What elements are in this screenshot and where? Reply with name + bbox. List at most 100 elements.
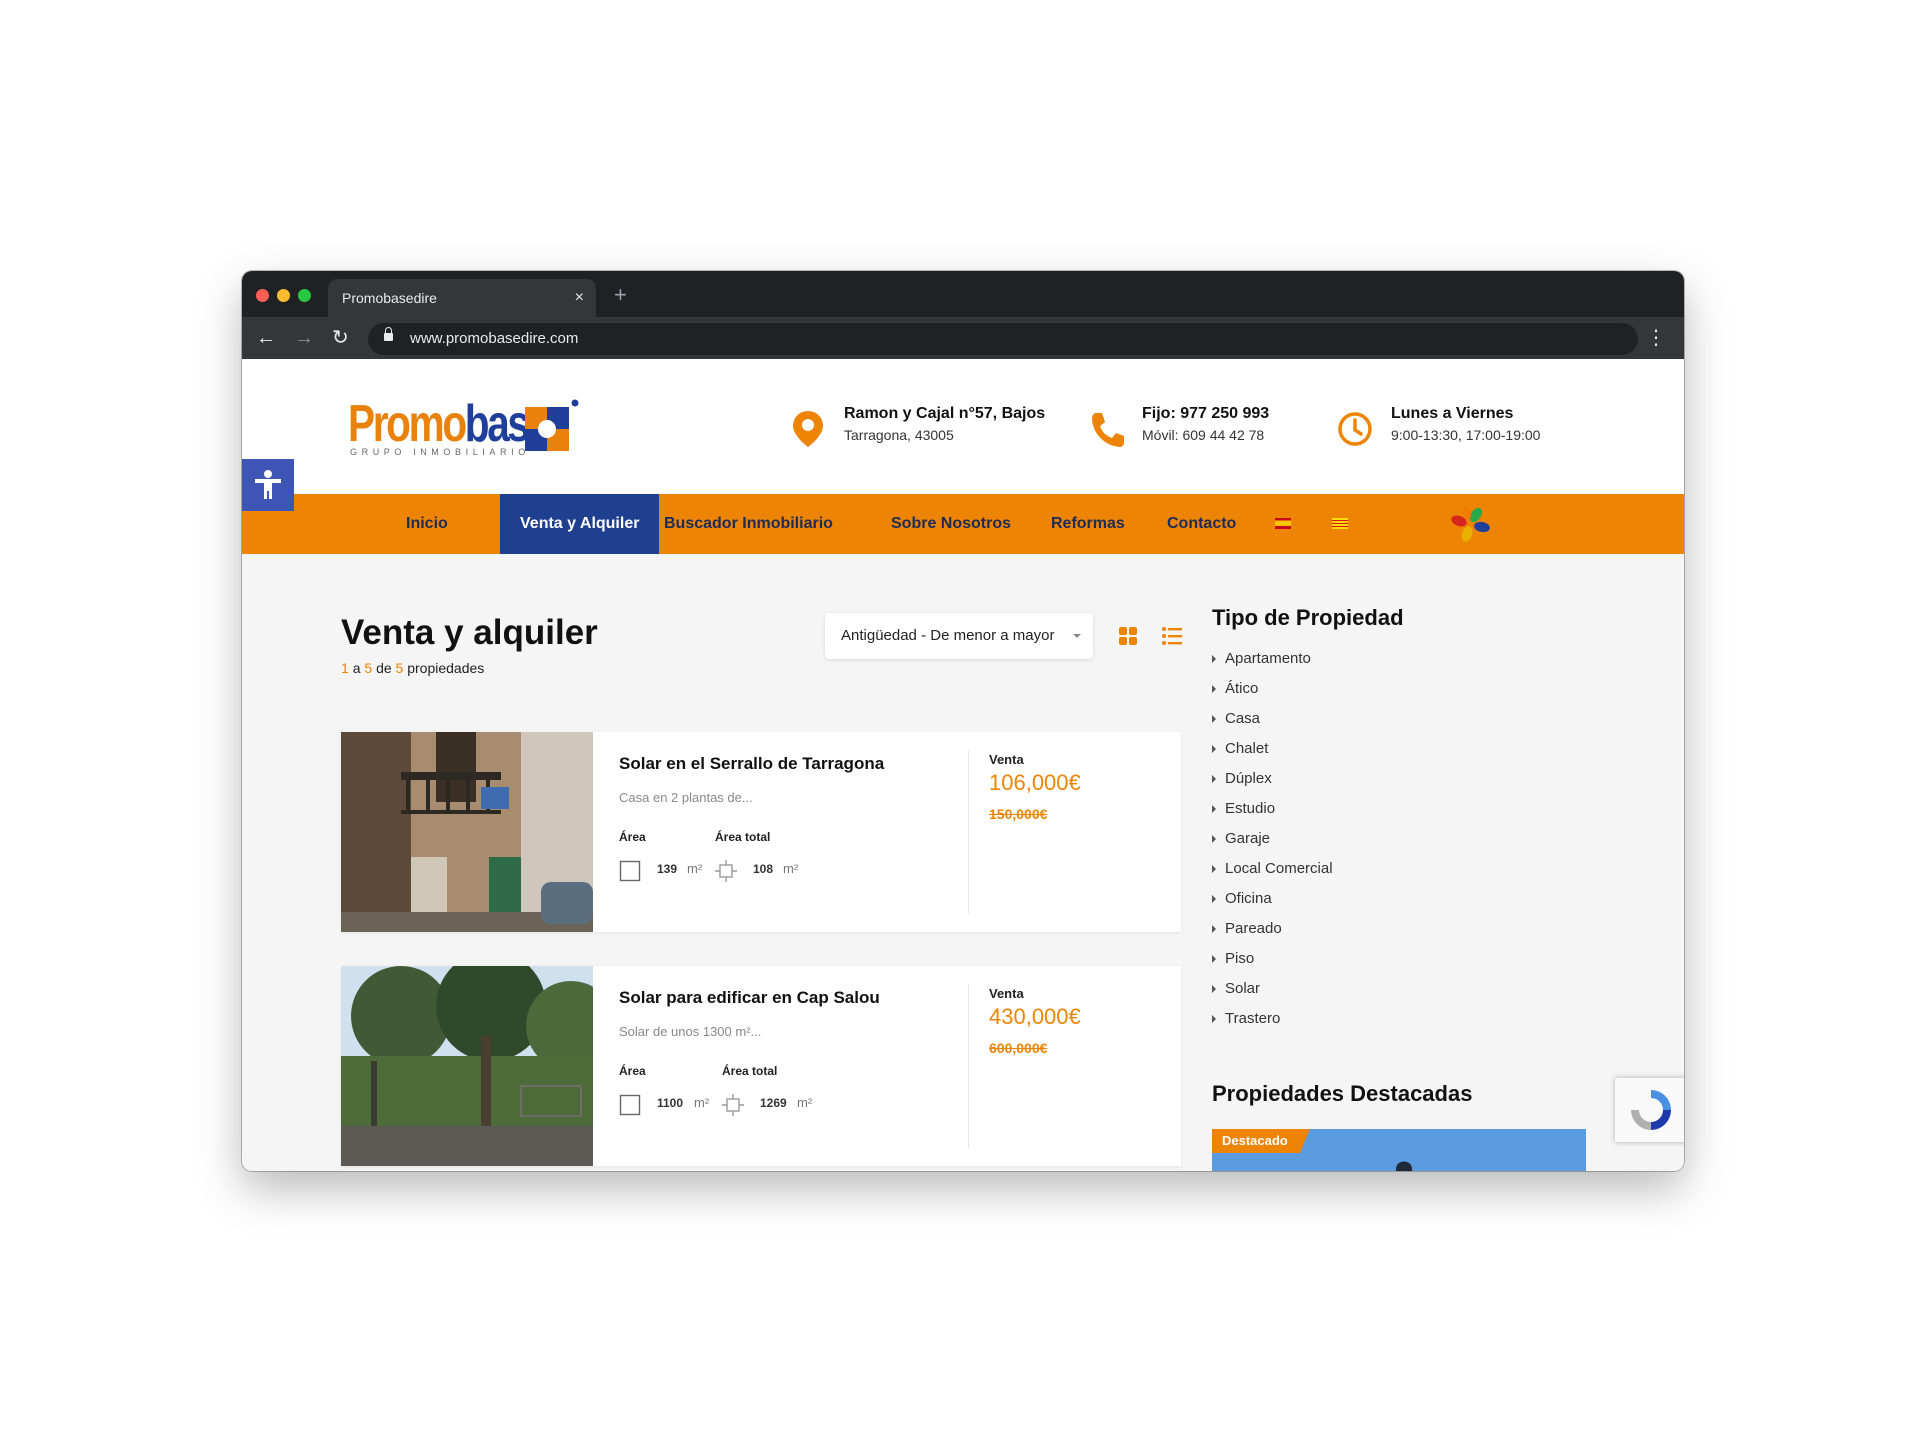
property-type-title: Tipo de Propiedad	[1212, 605, 1404, 630]
phone-subtitle[interactable]: Móvil: 609 44 42 78	[1142, 427, 1264, 443]
new-tab-button[interactable]: +	[614, 281, 627, 309]
area-value: 139	[657, 862, 678, 876]
property-card[interactable]: Solar en el Serrallo de Tarragona Casa e…	[341, 732, 1181, 932]
area-total-unit: m²	[797, 1095, 813, 1110]
close-window-button[interactable]	[256, 289, 269, 302]
property-type-link[interactable]: Chalet	[1212, 740, 1268, 757]
tab-close-icon[interactable]: ×	[575, 279, 584, 317]
property-type-link[interactable]: Apartamento	[1212, 650, 1311, 667]
area-label: Área	[619, 830, 646, 844]
property-type-link[interactable]: Piso	[1212, 950, 1254, 967]
area-unit: m²	[694, 1095, 710, 1110]
browser-menu-icon[interactable]: ⋮	[1646, 325, 1666, 351]
site-header: Promobase GRUPO INMOBILIARIO Ramon y Caj…	[242, 359, 1684, 494]
property-title[interactable]: Solar en el Serrallo de Tarragona	[619, 754, 884, 774]
results-count: 1 a 5 de 5 propiedades	[341, 660, 485, 676]
pinwheel-logo-icon	[1451, 507, 1490, 542]
property-type-link[interactable]: Local Comercial	[1212, 860, 1333, 877]
area-total-value: 108	[753, 862, 774, 876]
property-description: Solar de unos 1300 m²...	[619, 1024, 762, 1039]
featured-badge: Destacado	[1212, 1129, 1310, 1153]
recaptcha-icon	[1631, 1090, 1671, 1130]
ca-flag-icon[interactable]	[1332, 518, 1348, 529]
price: 106,000€	[989, 770, 1081, 795]
card-divider	[968, 984, 969, 1148]
hours-subtitle: 9:00-13:30, 17:00-19:00	[1391, 427, 1541, 443]
price: 430,000€	[989, 1004, 1081, 1029]
area-unit: m²	[687, 861, 703, 876]
old-price: 150,000€	[989, 806, 1048, 822]
old-price: 600,000€	[989, 1040, 1048, 1056]
grid-view-icon[interactable]	[1119, 627, 1137, 645]
minimize-window-button[interactable]	[277, 289, 290, 302]
sort-dropdown[interactable]: Antigüedad - De menor a mayor	[825, 613, 1093, 659]
reload-icon[interactable]: ↻	[332, 325, 349, 351]
lock-icon	[384, 327, 393, 341]
maximize-window-button[interactable]	[298, 289, 311, 302]
logo-wordmark: Promobase	[348, 395, 550, 453]
property-type-link[interactable]: Garaje	[1212, 830, 1270, 847]
tab-bar: Promobasedire × +	[242, 271, 1684, 317]
area-square-icon	[619, 860, 641, 882]
nav-buscador[interactable]: Buscador Inmobiliario	[664, 494, 833, 554]
property-type-link[interactable]: Pareado	[1212, 920, 1282, 937]
phone-title[interactable]: Fijo: 977 250 993	[1142, 405, 1269, 423]
property-photo[interactable]	[341, 966, 593, 1166]
address-subtitle: Tarragona, 43005	[844, 427, 954, 443]
nav-venta-alquiler[interactable]: Venta y Alquiler	[500, 494, 660, 554]
web-page: Promobase GRUPO INMOBILIARIO Ramon y Caj…	[242, 359, 1684, 1171]
area-total-move-icon	[715, 860, 737, 882]
area-total-move-icon	[722, 1094, 744, 1116]
property-type-link[interactable]: Dúplex	[1212, 770, 1272, 787]
browser-toolbar: ← → ↻ www.promobasedire.com ⋮	[242, 317, 1684, 359]
area-total-value: 1269	[760, 1096, 787, 1110]
nav-reformas[interactable]: Reformas	[1051, 494, 1125, 554]
list-view-icon[interactable]	[1162, 627, 1182, 645]
recaptcha-badge[interactable]	[1615, 1078, 1684, 1142]
clock-icon	[1338, 412, 1372, 446]
property-type-link[interactable]: Ático	[1212, 680, 1258, 697]
area-total-label: Área total	[715, 830, 771, 844]
forward-icon[interactable]: →	[294, 325, 314, 351]
es-flag-icon[interactable]	[1275, 518, 1291, 529]
back-icon[interactable]: ←	[256, 325, 276, 351]
chevron-down-icon	[1073, 634, 1081, 638]
nav-contacto[interactable]: Contacto	[1167, 494, 1236, 554]
phone-icon[interactable]	[1088, 409, 1124, 449]
price-type: Venta	[989, 752, 1024, 767]
browser-window: Promobasedire × + ← → ↻ www.promobasedir…	[242, 271, 1684, 1171]
property-type-link[interactable]: Estudio	[1212, 800, 1275, 817]
property-type-link[interactable]: Trastero	[1212, 1010, 1280, 1027]
nav-inicio[interactable]: Inicio	[398, 494, 456, 554]
nav-sobre-nosotros[interactable]: Sobre Nosotros	[891, 494, 1011, 554]
accessibility-button[interactable]	[242, 459, 294, 511]
area-value: 1100	[657, 1096, 684, 1110]
property-photo[interactable]	[341, 732, 593, 932]
area-total-label: Área total	[722, 1064, 778, 1078]
property-type-link[interactable]: Casa	[1212, 710, 1260, 727]
site-logo[interactable]: Promobase GRUPO INMOBILIARIO	[348, 395, 588, 461]
property-description: Casa en 2 plantas de...	[619, 790, 753, 805]
address-title: Ramon y Cajal n°57, Bajos	[844, 405, 1046, 422]
address-bar[interactable]: www.promobasedire.com	[368, 323, 1638, 355]
logo-mark-icon	[525, 399, 579, 451]
area-total-unit: m²	[783, 861, 799, 876]
property-title[interactable]: Solar para edificar en Cap Salou	[619, 988, 880, 1008]
map-pin-icon	[793, 411, 823, 447]
area-square-icon	[619, 1094, 641, 1116]
property-type-link[interactable]: Oficina	[1212, 890, 1272, 907]
area-label: Área	[619, 1064, 646, 1078]
card-divider	[968, 750, 969, 914]
featured-title: Propiedades Destacadas	[1212, 1081, 1473, 1106]
browser-tab[interactable]: Promobasedire ×	[328, 279, 596, 317]
hours-title: Lunes a Viernes	[1391, 405, 1514, 422]
main-nav: Inicio Venta y Alquiler Buscador Inmobil…	[242, 494, 1684, 554]
accessibility-icon	[255, 470, 281, 499]
url-text: www.promobasedire.com	[410, 330, 579, 347]
price-type: Venta	[989, 986, 1024, 1001]
sort-selected: Antigüedad - De menor a mayor	[841, 627, 1055, 644]
page-title: Venta y alquiler	[341, 613, 598, 652]
property-card[interactable]: Solar para edificar en Cap Salou Solar d…	[341, 966, 1181, 1166]
property-type-link[interactable]: Solar	[1212, 980, 1260, 997]
logo-tagline: GRUPO INMOBILIARIO	[350, 447, 530, 457]
